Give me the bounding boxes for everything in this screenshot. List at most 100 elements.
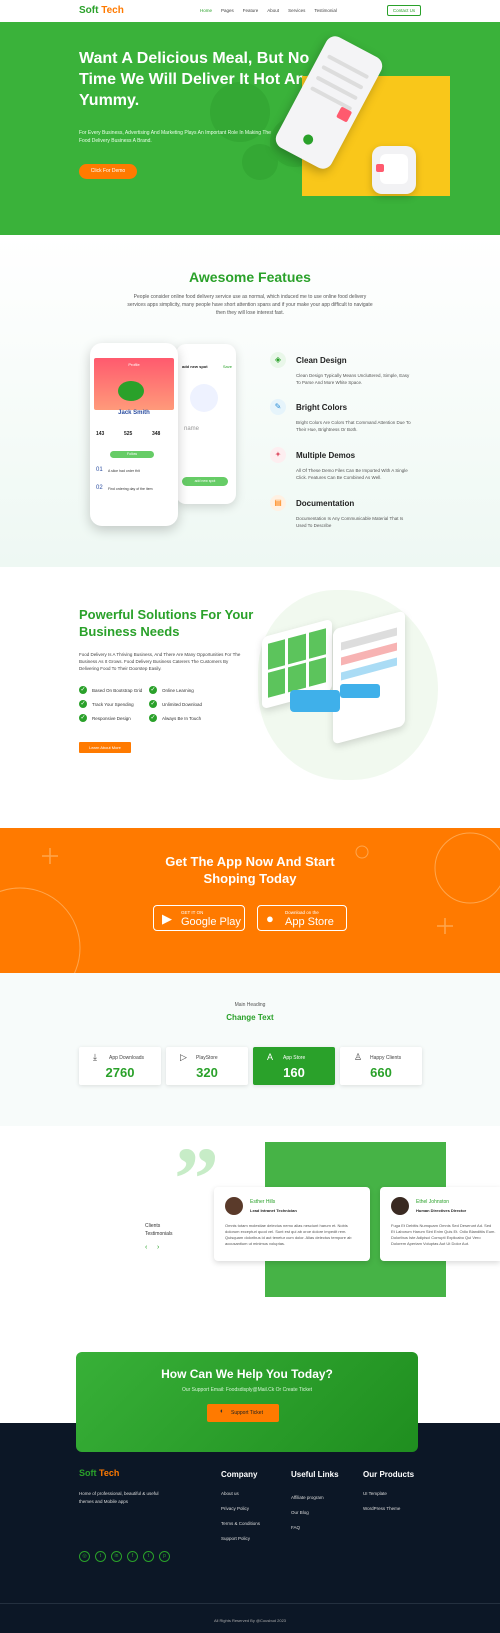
feature-title: Bright Colors [296, 403, 348, 412]
palette-icon: ✎ [270, 399, 286, 415]
pinterest-icon[interactable]: p [159, 1551, 170, 1562]
nav-menu: Home Pages Feature About Services Testim… [200, 8, 337, 13]
logo-tech: Tech [99, 1468, 120, 1478]
hero-watch [372, 146, 416, 194]
headset-icon: ◐ [220, 1408, 225, 1415]
nav-home[interactable]: Home [200, 8, 212, 13]
phone-stat-reviews: 525 [124, 431, 133, 437]
check-icon: ✓ [79, 700, 87, 708]
check-item: ✓ Responsive Design [79, 714, 149, 722]
footer-divider [0, 1603, 500, 1604]
google-play-button[interactable]: ▶ GET IT ON Google Play [153, 905, 245, 931]
linkedin-icon[interactable]: in [111, 1551, 122, 1562]
footer-link[interactable]: Support Policy [221, 1536, 250, 1541]
twitter-icon[interactable]: t [95, 1551, 106, 1562]
google-play-icon: ▶ [162, 911, 172, 926]
check-item: ✓ Unlimited Download [149, 700, 239, 708]
check-label: Track Your Spending [92, 701, 134, 707]
check-icon: ✓ [79, 686, 87, 694]
check-item: ✓ Always Be In Touch [149, 714, 239, 722]
check-icon: ✓ [79, 714, 87, 722]
solutions-checklist: ✓ Based On Bootstrap Grid ✓ Online Learnin… [79, 686, 249, 722]
stat-label: Happy Clients [370, 1055, 402, 1061]
phone-front: Profile Jack Smith 143 525 348 Follow 01… [90, 343, 178, 526]
stat-label: App Store [283, 1055, 306, 1061]
footer-link[interactable]: Affiliate program [291, 1495, 324, 1500]
quote-icon: ” [174, 1130, 219, 1229]
solutions-text: Food Delivery Is A Thriving Business, An… [79, 652, 241, 671]
testimonial-name: Ethel Johnston [416, 1199, 450, 1205]
learn-more-button[interactable]: Learn About More [79, 742, 131, 753]
support-ticket-button[interactable]: ◐ Support Ticket [207, 1404, 279, 1422]
testimonial-text: Fuga Et Debitis Numquam Omnis Sed Deseru… [391, 1223, 496, 1246]
phone-row-num: 01 [96, 467, 103, 473]
demo-button[interactable]: Click For Demo [79, 164, 137, 179]
footer-link[interactable]: Terms & Conditions [221, 1521, 260, 1526]
appstore-icon: A [267, 1052, 274, 1062]
nav-pages[interactable]: Pages [221, 8, 234, 13]
google-play-small: GET IT ON [181, 910, 204, 915]
feature-title: Multiple Demos [296, 451, 356, 460]
footer-useful-title: Useful Links [291, 1470, 339, 1479]
footer-link[interactable]: Privacy Policy [221, 1506, 249, 1511]
testimonial-name: Esther Hills [250, 1199, 276, 1205]
copyright: All Rights Reserved By @Cousbud 2023 [213, 1618, 287, 1623]
footer-link[interactable]: UI Template [363, 1491, 387, 1496]
phone-back-button[interactable]: add new spot [182, 477, 228, 486]
app-screen-3 [290, 690, 340, 712]
stat-card: ▷ PlayStore 320 [166, 1047, 248, 1085]
check-label: Based On Bootstrap Grid [92, 687, 143, 693]
phone-back-title: add new spot [182, 364, 208, 369]
check-label: Responsive Design [92, 715, 131, 721]
phone-row-text: A slice had order thit [108, 469, 140, 473]
footer-logo[interactable]: Soft Tech [79, 1468, 119, 1478]
nav-about[interactable]: About [267, 8, 279, 13]
nav-feature[interactable]: Feature [243, 8, 259, 13]
logo[interactable]: Soft Tech [79, 5, 124, 16]
google-play-label: Google Play [181, 916, 241, 928]
nav-services[interactable]: Services [288, 8, 305, 13]
avatar [118, 381, 144, 401]
stat-value: 2760 [105, 1065, 135, 1080]
check-item: ✓ Online Learning [149, 686, 239, 694]
footer [0, 1423, 500, 1633]
prev-arrow-icon[interactable]: ‹ [145, 1244, 147, 1251]
features-title: Awesome Featues [189, 269, 311, 285]
document-icon: ▤ [270, 495, 286, 511]
app-title: Get The App Now And Start Shoping Today [165, 854, 335, 886]
testimonials-title: Clients Testimonials [145, 1223, 173, 1237]
solutions-title: Powerful Solutions For Your Business Nee… [79, 607, 254, 639]
app-screen-2 [333, 610, 405, 745]
nav-testimonial[interactable]: Testimonial [314, 8, 337, 13]
phone-row-num: 02 [96, 485, 103, 491]
demo-icon: ✦ [270, 447, 286, 463]
map-marker-icon [190, 384, 218, 412]
phone-back: add new spot Save name add new spot [176, 344, 236, 504]
phone-back-save: Save [222, 364, 232, 369]
layers-icon: ◈ [270, 352, 286, 368]
tumblr-icon[interactable]: t [143, 1551, 154, 1562]
stat-card: ⤓ App Downloads 2760 [79, 1047, 161, 1085]
cta-text: Our Support Email: Foodsdisply@Mail.Ck O… [181, 1387, 313, 1393]
footer-link[interactable]: FAQ [291, 1525, 300, 1530]
feature-text: Clean Design Typically Means Uncluttered… [296, 373, 410, 385]
avatar [391, 1197, 409, 1215]
instagram-icon[interactable]: ◎ [79, 1551, 90, 1562]
footer-link[interactable]: About us [221, 1491, 239, 1496]
check-item: ✓ Track Your Spending [79, 700, 149, 708]
stat-value: 320 [196, 1065, 218, 1080]
phone-name: Jack Smith [118, 410, 150, 416]
app-store-button[interactable]: ● Download on the App Store [257, 905, 347, 931]
next-arrow-icon[interactable]: › [157, 1244, 159, 1251]
phone-profile-label: Profile [128, 362, 140, 367]
footer-link[interactable]: WordPress Theme [363, 1506, 400, 1511]
facebook-icon[interactable]: f [127, 1551, 138, 1562]
check-item: ✓ Based On Bootstrap Grid [79, 686, 149, 694]
phone-follow-button[interactable]: Follow [110, 451, 154, 458]
footer-link[interactable]: Our Blog [291, 1510, 309, 1515]
contact-button[interactable]: Contact Us [387, 5, 421, 16]
stats-section [0, 973, 500, 1126]
logo-soft: Soft [79, 5, 99, 16]
stat-card: ♙ Happy Clients 660 [340, 1047, 422, 1085]
hero-title: Want A Delicious Meal, But No Time We Wi… [79, 50, 316, 109]
